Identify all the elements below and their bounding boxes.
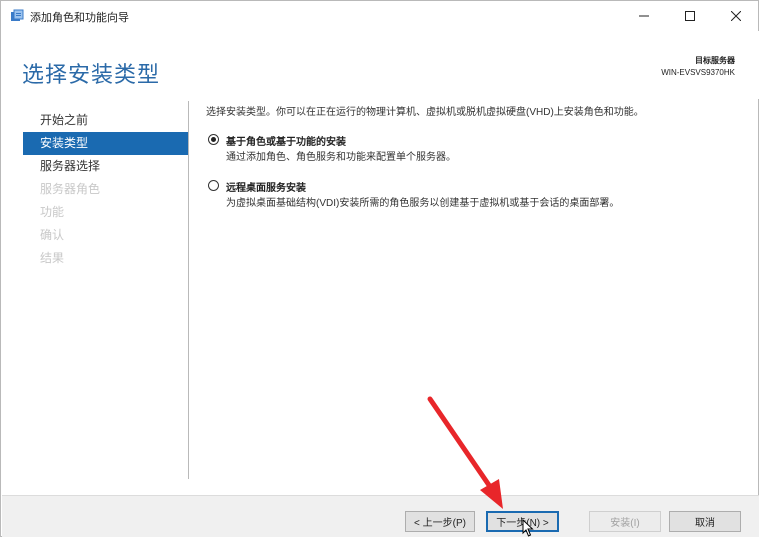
nav-step-server-roles: 服务器角色 (40, 182, 101, 196)
nav-step-before-you-begin[interactable]: 开始之前 (23, 109, 189, 132)
destination-server-label: 目标服务器 (695, 56, 735, 65)
wizard-header: 选择安装类型 目标服务器 WIN-EVSVS9370HK (2, 31, 759, 99)
close-icon (731, 11, 741, 21)
wizard-steps-nav: 开始之前 安装类型 服务器选择 服务器角色 功能 确认 结果 (23, 109, 189, 270)
nav-step-confirmation: 确认 (40, 228, 65, 242)
option-title[interactable]: 远程桌面服务安装 (226, 179, 306, 194)
maximize-icon (685, 11, 695, 21)
wizard-footer: < 上一步(P) 下一步(N) > 安装(I) 取消 (2, 495, 759, 537)
nav-step-features: 功能 (40, 205, 65, 219)
wizard-content: 选择安装类型。你可以在正在运行的物理计算机、虚拟机或脱机虚拟硬盘(VHD)上安装… (206, 105, 746, 209)
nav-divider (188, 101, 189, 479)
nav-step-server-selection[interactable]: 服务器选择 (23, 155, 189, 178)
page-title: 选择安装类型 (22, 62, 161, 87)
server-manager-icon (10, 9, 24, 23)
nav-step-results: 结果 (40, 251, 65, 265)
window-title: 添加角色和功能向导 (30, 12, 129, 24)
role-based-radio[interactable] (208, 134, 219, 145)
option-description: 为虚拟桌面基础结构(VDI)安装所需的角色服务以创建基于虚拟机或基于会话的桌面部… (226, 198, 620, 209)
minimize-icon (639, 15, 649, 17)
destination-server-name: WIN-EVSVS9370HK (661, 68, 735, 77)
remote-desktop-radio[interactable] (208, 180, 219, 191)
option-description: 通过添加角色、角色服务和功能来配置单个服务器。 (226, 152, 456, 163)
close-button[interactable] (713, 1, 759, 31)
intro-text: 选择安装类型。你可以在正在运行的物理计算机、虚拟机或脱机虚拟硬盘(VHD)上安装… (206, 107, 644, 118)
option-title[interactable]: 基于角色或基于功能的安装 (226, 133, 346, 148)
install-button: 安装(I) (589, 511, 661, 532)
cancel-button[interactable]: 取消 (669, 511, 741, 532)
maximize-button[interactable] (667, 1, 713, 31)
wizard-window: 添加角色和功能向导 选择安装类型 目标服务器 WIN-EVSVS9370HK 开… (0, 0, 759, 537)
previous-button[interactable]: < 上一步(P) (405, 511, 475, 532)
title-bar[interactable]: 添加角色和功能向导 (1, 1, 758, 31)
mouse-pointer-icon (522, 519, 534, 537)
minimize-button[interactable] (621, 1, 667, 31)
nav-step-installation-type[interactable]: 安装类型 (23, 132, 189, 155)
